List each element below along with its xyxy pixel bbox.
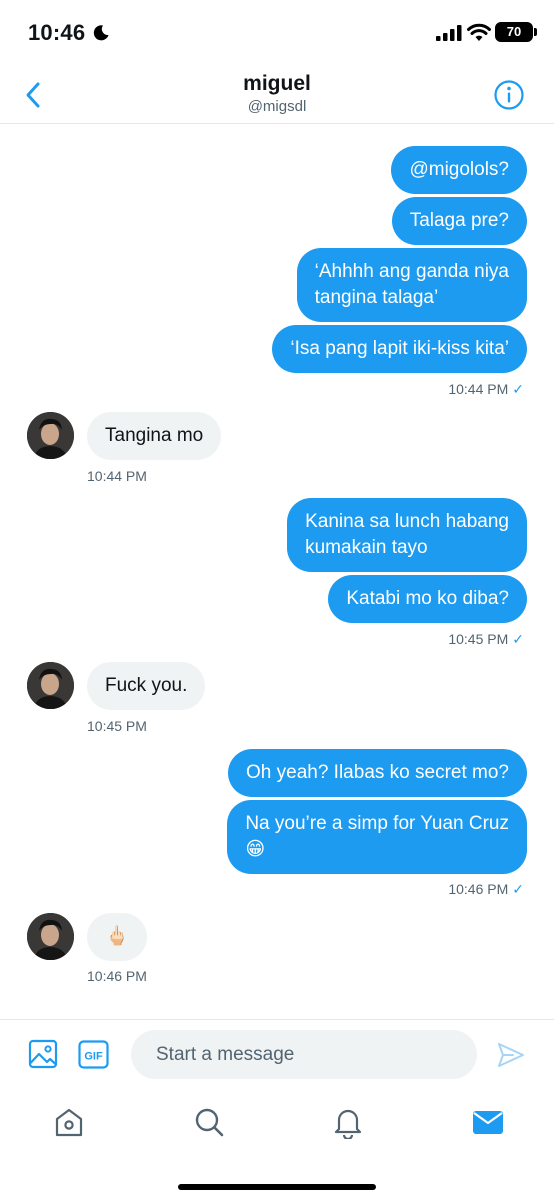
notifications-bell-icon[interactable] bbox=[331, 1105, 365, 1139]
message-timestamp: 10:46 PM bbox=[87, 968, 147, 984]
timestamp-text: 10:46 PM bbox=[448, 881, 509, 897]
message-composer: GIF bbox=[0, 1019, 554, 1091]
timestamp-text: 10:45 PM bbox=[448, 631, 509, 647]
contact-name[interactable]: miguel bbox=[0, 72, 554, 96]
moon-icon bbox=[93, 25, 109, 41]
battery-nub bbox=[534, 28, 537, 36]
contact-handle[interactable]: @migsdl bbox=[0, 98, 554, 115]
message-line: Na you’re a simp for Yuan Cruz bbox=[245, 813, 509, 834]
home-indicator bbox=[178, 1184, 376, 1190]
send-icon[interactable] bbox=[496, 1041, 526, 1069]
received-message[interactable]: Fuck you. bbox=[87, 662, 206, 710]
status-bar: 10:46 70 bbox=[0, 0, 554, 66]
avatar[interactable] bbox=[27, 662, 74, 709]
message-timestamp: 10:46 PM ✓ bbox=[448, 881, 524, 898]
message-timestamp: 10:45 PM ✓ bbox=[448, 631, 524, 648]
message-timestamp: 10:45 PM bbox=[87, 718, 147, 734]
message-line: Kanina sa lunch habang bbox=[305, 511, 509, 532]
message-line: 😁 bbox=[245, 839, 266, 860]
message-line: tangina talaga’ bbox=[314, 287, 439, 308]
avatar-photo bbox=[27, 662, 74, 709]
sent-message[interactable]: ‘Isa pang lapit iki-kiss kita’ bbox=[272, 325, 527, 373]
read-check-icon: ✓ bbox=[512, 381, 524, 397]
sent-message[interactable]: Kanina sa lunch habang kumakain tayo bbox=[287, 498, 527, 572]
timestamp-text: 10:44 PM bbox=[448, 381, 509, 397]
cellular-signal-icon bbox=[436, 25, 462, 41]
avatar-photo bbox=[27, 913, 74, 960]
avatar-photo bbox=[27, 412, 74, 459]
message-input[interactable] bbox=[131, 1030, 477, 1079]
image-icon[interactable] bbox=[28, 1039, 58, 1069]
read-check-icon: ✓ bbox=[512, 631, 524, 647]
info-icon[interactable] bbox=[493, 79, 525, 111]
sent-message[interactable]: Katabi mo ko diba? bbox=[328, 575, 527, 623]
sent-message[interactable]: @migolols? bbox=[391, 146, 527, 194]
sent-message[interactable]: Talaga pre? bbox=[391, 197, 527, 245]
sent-message[interactable]: Na you’re a simp for Yuan Cruz 😁 bbox=[227, 800, 527, 874]
battery-indicator: 70 bbox=[495, 22, 533, 42]
avatar[interactable] bbox=[27, 913, 74, 960]
received-message[interactable]: Tangina mo bbox=[87, 412, 222, 460]
search-icon[interactable] bbox=[192, 1105, 226, 1139]
message-line: kumakain tayo bbox=[305, 537, 428, 558]
message-timestamp: 10:44 PM bbox=[87, 468, 147, 484]
sent-message[interactable]: Oh yeah? Ilabas ko secret mo? bbox=[228, 749, 527, 797]
read-check-icon: ✓ bbox=[512, 881, 524, 897]
message-thread: @migolols? Talaga pre? ‘Ahhhh ang ganda … bbox=[0, 124, 554, 1019]
gif-label: GIF bbox=[84, 1051, 103, 1063]
avatar[interactable] bbox=[27, 412, 74, 459]
conversation-header: miguel @migsdl bbox=[0, 66, 554, 124]
received-message[interactable]: 🖕🏻 bbox=[87, 913, 147, 961]
message-line: ‘Ahhhh ang ganda niya bbox=[314, 261, 509, 282]
message-timestamp: 10:44 PM ✓ bbox=[448, 381, 524, 398]
home-icon[interactable] bbox=[52, 1105, 86, 1139]
sent-message[interactable]: ‘Ahhhh ang ganda niya tangina talaga’ bbox=[296, 248, 527, 322]
status-time: 10:46 bbox=[28, 20, 86, 45]
gif-icon[interactable]: GIF bbox=[78, 1040, 109, 1069]
messages-envelope-icon[interactable] bbox=[471, 1105, 505, 1139]
wifi-icon bbox=[467, 23, 491, 41]
